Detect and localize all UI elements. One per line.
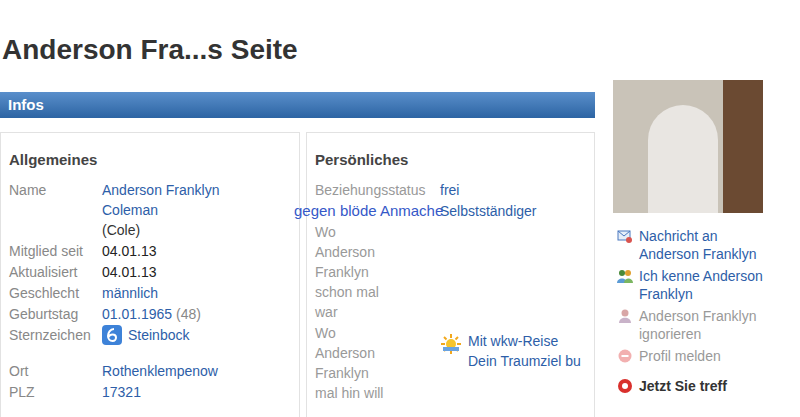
row-label: Geschlecht — [9, 283, 102, 303]
profile-action[interactable]: Nachricht an Anderson Franklyn — [613, 227, 783, 263]
section-bar: Infos — [0, 92, 595, 118]
row-value[interactable]: 17321 — [102, 382, 141, 402]
row-value[interactable]: 01.01.1965 (48) — [102, 304, 201, 324]
ignore-icon — [617, 308, 633, 324]
row-label: Geburtstag — [9, 304, 102, 324]
row-label: Mitglied seit — [9, 241, 102, 261]
capricorn-icon — [102, 325, 122, 345]
profile-sidebar: Nachricht an Anderson Franklyn Ich kenne… — [613, 80, 783, 417]
info-row: Geschlecht männlich — [9, 283, 291, 303]
row-label: Beziehungsstatus — [315, 180, 440, 200]
profile-action[interactable]: Ich kenne Anderson Franklyn — [613, 267, 783, 303]
watermark: gegen blöde Anmache — [294, 202, 443, 219]
general-panel: Allgemeines Name Anderson Franklyn Colem… — [0, 132, 300, 417]
sun-icon — [440, 333, 462, 355]
row-value[interactable]: Steinbock — [102, 325, 189, 345]
panel-title: Persönliches — [315, 133, 586, 180]
info-column: Infos Allgemeines Name Anderson Franklyn… — [0, 80, 595, 417]
row-value[interactable]: frei — [440, 180, 459, 200]
row-label: Ort — [9, 361, 102, 381]
info-row: PLZ 17321 — [9, 382, 291, 402]
info-row: Beziehungsstatus frei — [315, 180, 586, 200]
info-row: Wo Anderson Franklyn schon mal war — [315, 222, 586, 322]
row-value[interactable]: männlich — [102, 283, 158, 303]
row-label: Name — [9, 180, 102, 200]
info-row: Ort Rothenklempenow — [9, 361, 291, 381]
info-row: Name Anderson Franklyn Coleman (Cole) — [9, 180, 291, 240]
row-value[interactable]: Anderson Franklyn Coleman (Cole) — [102, 180, 252, 240]
profile-page: Anderson Fra...s Seite Infos Allgemeines… — [0, 0, 800, 417]
info-row: Wo Anderson Franklyn mal hin will Mit wk… — [315, 323, 586, 403]
row-value: 04.01.13 — [102, 241, 157, 261]
meet-icon — [617, 378, 633, 394]
report-icon — [617, 348, 633, 364]
row-label: Sternzeichen — [9, 325, 102, 345]
row-value[interactable]: Selbstständiger — [440, 201, 537, 221]
info-row: Sternzeichen Steinbock — [9, 325, 291, 345]
profile-photo — [613, 80, 763, 213]
travel-promo[interactable]: Mit wkw-Reise Dein Traumziel bu — [440, 331, 586, 371]
row-label: Wo Anderson Franklyn schon mal war — [315, 222, 385, 322]
message-icon — [617, 228, 633, 244]
row-label: PLZ — [9, 382, 102, 402]
row-value: 04.01.13 — [102, 262, 157, 282]
row-label: Wo Anderson Franklyn mal hin will — [315, 323, 385, 403]
row-value[interactable]: Rothenklempenow — [102, 361, 218, 381]
page-title: Anderson Fra...s Seite — [0, 0, 800, 80]
info-row: Aktualisiert 04.01.13 — [9, 262, 291, 282]
info-row: Geburtstag 01.01.1965 (48) — [9, 304, 291, 324]
row-label: Aktualisiert — [9, 262, 102, 282]
profile-action[interactable]: Jetzt Sie treff — [613, 377, 783, 395]
info-row: Mitglied seit 04.01.13 — [9, 241, 291, 261]
personal-panel: Persönliches Beziehungsstatus frei Selbs… — [306, 132, 595, 417]
panel-title: Allgemeines — [9, 133, 291, 180]
profile-action[interactable]: Anderson Franklyn ignorieren — [613, 307, 783, 343]
profile-action[interactable]: Profil melden — [613, 347, 783, 365]
contact-icon — [617, 268, 633, 284]
